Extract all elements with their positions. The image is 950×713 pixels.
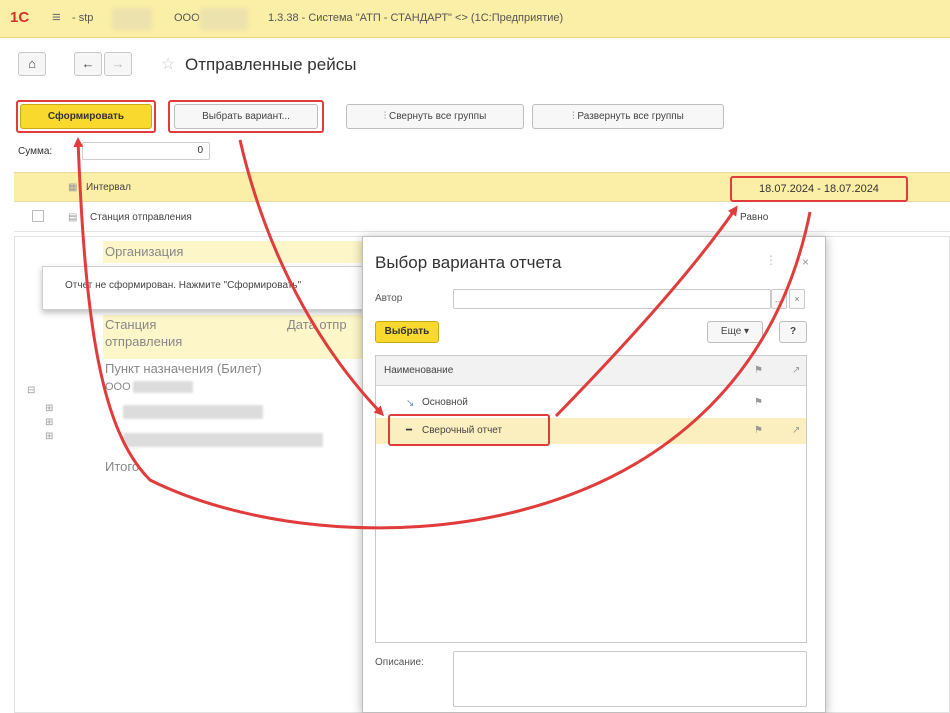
expand-all-button[interactable]: ⫶ Развернуть все группы <box>532 104 724 129</box>
more-button[interactable]: Еще ▾ <box>707 321 763 343</box>
author-column-icon: ⚑ <box>754 365 763 376</box>
description-label: Описание: <box>375 657 424 668</box>
filter-icon: ▤ <box>68 212 78 223</box>
settings-row-station[interactable]: ▤ Станция отправления Равно <box>14 204 950 232</box>
expand-tree-icon[interactable]: ⊞ <box>45 403 53 414</box>
expand-tree-icon[interactable]: ⊞ <box>45 417 53 428</box>
more-vertical-icon[interactable]: ⋮ <box>765 253 777 267</box>
org-header: Организация <box>105 244 184 259</box>
clear-author-button[interactable]: × <box>789 289 805 309</box>
not-generated-message: Отчет не сформирован. Нажмите "Сформиров… <box>42 266 372 310</box>
station-header-line2: отправления <box>105 334 183 349</box>
page-title: Отправленные рейсы <box>185 55 357 74</box>
total-label: Итого <box>105 459 140 474</box>
select-author-button[interactable]: … <box>771 289 787 309</box>
expand-tree-icon[interactable]: ⊞ <box>45 431 53 442</box>
redacted-block <box>112 8 152 30</box>
author-icon: ⚑ <box>754 425 763 436</box>
arrow-right-icon[interactable]: → <box>104 52 132 76</box>
redacted-block <box>133 381 193 393</box>
menu-icon[interactable]: ≡ <box>52 9 61 26</box>
list-item[interactable]: ↘ Основной ⚑ <box>376 390 806 416</box>
titlebar-org: ООО <box>174 12 200 24</box>
sum-field[interactable]: 0 <box>82 142 210 160</box>
highlight-frame <box>388 414 550 446</box>
station-header-line1: Станция <box>105 317 157 332</box>
collapse-tree-icon[interactable]: ⊟ <box>27 385 35 396</box>
close-icon[interactable]: × <box>802 255 809 269</box>
column-icon: ↗ <box>792 425 801 436</box>
variant-dialog: Выбор варианта отчета ⋮ × Автор … × Выбр… <box>362 236 826 713</box>
calendar-icon: ▦ <box>68 182 78 193</box>
star-icon[interactable]: ☆ <box>161 54 175 74</box>
group-org: ООО <box>105 381 131 393</box>
home-icon[interactable]: ⌂ <box>18 52 46 76</box>
column-name[interactable]: Наименование <box>384 365 453 376</box>
redacted-block <box>123 433 323 447</box>
collapse-all-button[interactable]: ⫶ Свернуть все группы <box>346 104 524 129</box>
app-logo: 1С <box>10 9 30 26</box>
variant-icon: ↘ <box>406 398 415 409</box>
select-button[interactable]: Выбрать <box>375 321 439 343</box>
variant-label: Основной <box>422 397 468 408</box>
titlebar-prefix: - stp <box>72 12 94 24</box>
destination-header: Пункт назначения (Билет) <box>105 361 262 376</box>
app-titlebar: 1С ≡ - stp ООО 1.3.38 - Система "АТП - С… <box>0 0 950 38</box>
station-label: Станция отправления <box>90 212 192 223</box>
help-button[interactable]: ? <box>779 321 807 343</box>
condition-value[interactable]: Равно <box>740 212 768 223</box>
expand-all-label: Развернуть все группы <box>577 111 684 122</box>
interval-label: Интервал <box>86 182 131 193</box>
station-checkbox[interactable] <box>32 210 44 222</box>
highlight-frame <box>16 100 156 133</box>
variant-list: Наименование ⚑ ↗ ↘ Основной ⚑ ━ Сверочны… <box>375 355 807 643</box>
collapse-all-label: Свернуть все группы <box>388 111 487 122</box>
interval-value[interactable]: 18.07.2024 - 18.07.2024 <box>730 176 908 202</box>
author-icon: ⚑ <box>754 397 763 408</box>
description-field[interactable] <box>453 651 807 707</box>
highlight-frame <box>168 100 324 133</box>
column-icon: ↗ <box>792 365 801 376</box>
dialog-title: Выбор варианта отчета <box>375 253 562 272</box>
author-field[interactable] <box>453 289 771 309</box>
list-header: Наименование ⚑ ↗ <box>376 356 806 386</box>
arrow-left-icon[interactable]: ← <box>74 52 102 76</box>
redacted-block <box>200 8 248 30</box>
titlebar-app-title: 1.3.38 - Система "АТП - СТАНДАРТ" <> (1С… <box>268 12 564 24</box>
redacted-block <box>123 405 263 419</box>
date-header: Дата отпр <box>287 317 347 332</box>
sum-label: Сумма: <box>18 146 53 157</box>
author-label: Автор <box>375 293 403 304</box>
